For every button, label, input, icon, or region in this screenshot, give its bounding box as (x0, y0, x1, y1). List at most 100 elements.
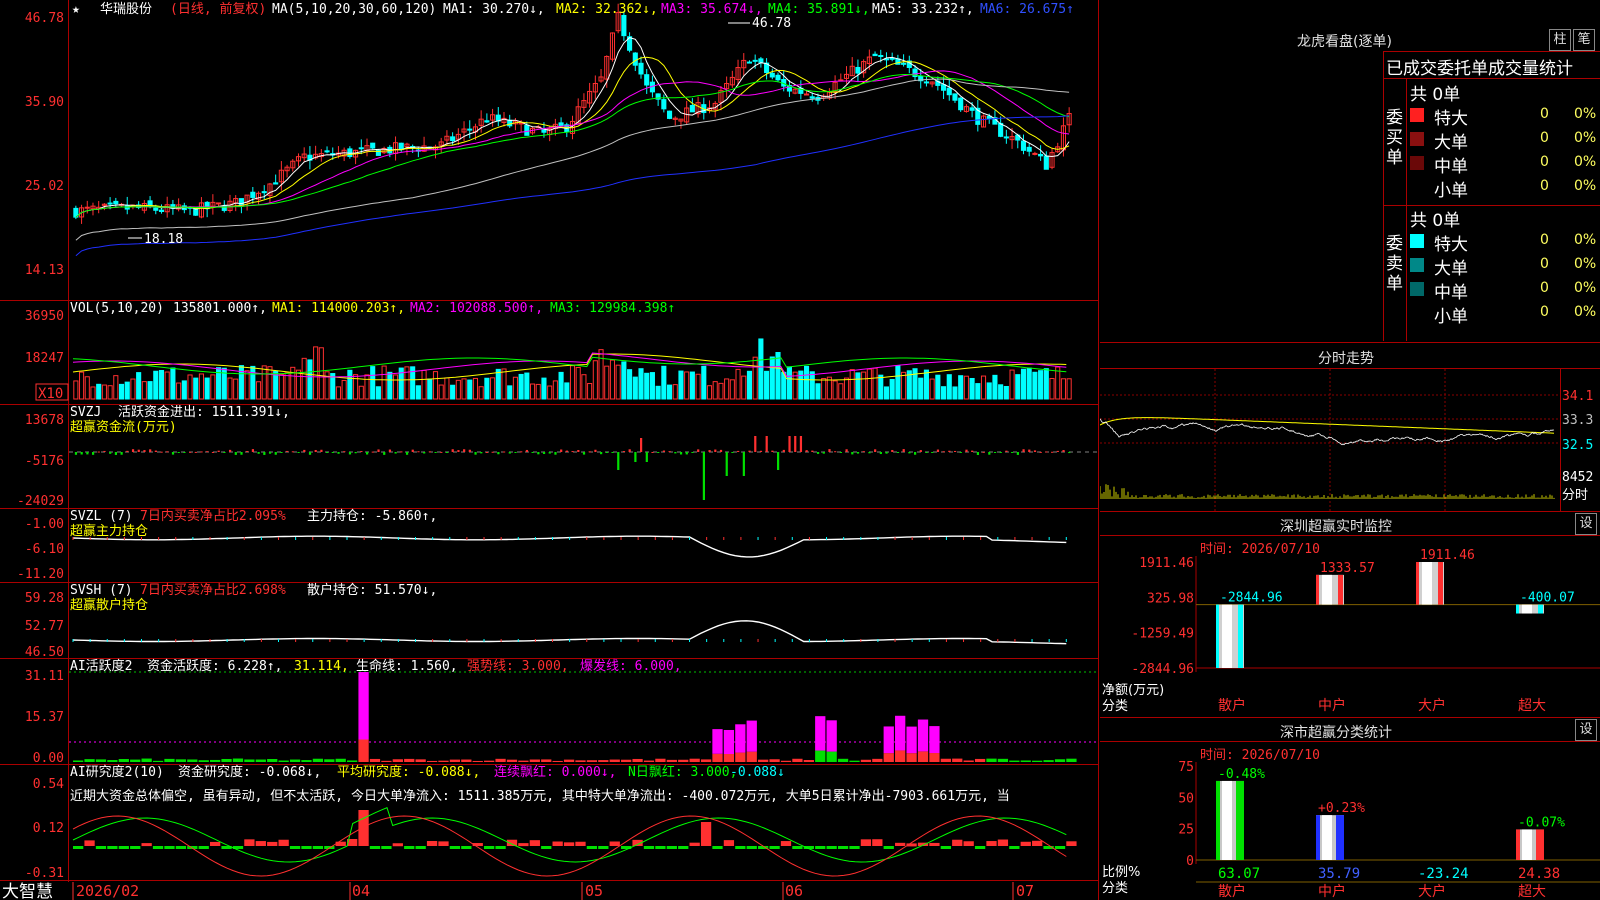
flow-bar (297, 452, 300, 453)
activity-bar (895, 715, 906, 751)
activity-base-bar (552, 760, 563, 762)
flow-bar (862, 451, 865, 453)
favorite-star-icon[interactable]: ★ (72, 2, 80, 17)
activity-base-bar (426, 760, 438, 762)
tick-mode-button[interactable]: 笔 (1573, 29, 1595, 51)
research-bar (952, 839, 963, 846)
volume-bar (672, 384, 678, 400)
candle-body (689, 104, 695, 113)
candle-body (998, 122, 1004, 137)
ai2-tick-2: 0.12 (33, 821, 64, 836)
research-bar (130, 846, 141, 849)
class-bar-edge (1536, 829, 1544, 860)
volume-bar (512, 376, 518, 400)
class-chart[interactable]: 75 50 25 0 -0.48% 63.07散户 +0.23% 35.79中户 -23.24大… (1100, 742, 1600, 900)
flow-bar (805, 450, 808, 452)
activity-base-bar (849, 760, 860, 762)
flow-bar (600, 452, 603, 455)
flow-bar (1056, 450, 1059, 452)
flow-bar (811, 450, 814, 452)
flow-bar (702, 452, 705, 500)
volume-bar (558, 371, 564, 400)
buy-rows: 特大 0 0% 大单 0 0% 中单 0 0% 小单 0 0% (1410, 104, 1600, 201)
research-bar (997, 839, 1009, 846)
volume-bar (438, 384, 444, 400)
candle-body (969, 107, 975, 111)
flow-bar (976, 452, 980, 455)
class-bar-edge (1336, 815, 1344, 860)
monitor-title: 深圳超赢实时监控 (1280, 519, 1392, 535)
monitor-chart[interactable]: 1911.46 325.98 -1259.49 -2844.96 -2844.96 散户 1… (1100, 536, 1600, 716)
volume-bar (176, 382, 182, 400)
flow-bar (183, 452, 186, 453)
class-bar-value: 35.79 (1318, 866, 1360, 882)
flow-bar (149, 449, 152, 452)
divider (1384, 78, 1600, 79)
flow-bar (640, 438, 643, 452)
research-bar (164, 846, 175, 849)
activity-base-bar (906, 753, 917, 762)
flow-bar (771, 450, 774, 452)
research-bar (895, 842, 906, 846)
monitor-bar-edge (1338, 574, 1343, 605)
volume-bar (210, 374, 216, 400)
flow-bar (999, 452, 1002, 453)
volume-bar (889, 378, 895, 400)
class-settings-button[interactable]: 设 (1575, 719, 1597, 741)
flow-bar (291, 451, 294, 453)
candle-body (398, 142, 404, 151)
volume-bar (541, 377, 547, 400)
flow-bar (97, 451, 100, 453)
volume-bar (843, 377, 850, 400)
volume-bar (638, 368, 644, 400)
flow-bar (828, 449, 831, 452)
svg-text:分时: 分时 (1562, 488, 1588, 503)
class-category: 超大 (1518, 884, 1546, 900)
activity-base-bar (244, 759, 255, 762)
candle-body (158, 209, 165, 212)
flow-bar (582, 452, 586, 455)
research-bar (529, 840, 540, 846)
volume-bar (204, 377, 210, 400)
research-bar (586, 846, 598, 849)
flow-bar (697, 449, 700, 452)
research-bar (963, 841, 974, 846)
flow-bar (360, 451, 363, 453)
volume-bar (552, 380, 558, 400)
monitor-settings-button[interactable]: 设 (1575, 513, 1597, 535)
buy-pct: 0% (1574, 130, 1597, 146)
flow-bar (839, 452, 843, 453)
activity-base-bar (621, 759, 632, 762)
activity-base-bar (598, 760, 609, 762)
research-bar (335, 841, 346, 846)
vol-header: VOL(5,10,20) 135801.000↑, MA1: 114000.20… (70, 301, 675, 316)
research-bar (780, 841, 792, 846)
research-bar (872, 839, 883, 846)
main-chart-area[interactable]: 46.78 35.90 25.02 14.13 36950 18247 1367… (0, 0, 1100, 900)
flow-bar (445, 452, 449, 453)
flow-bar (160, 451, 163, 453)
buy-pct: 0% (1574, 178, 1597, 194)
volume-bar (587, 383, 593, 400)
flow-bar (971, 450, 974, 452)
volume-bar (244, 370, 250, 400)
class-bar-shine (1322, 815, 1332, 860)
flow-bar (628, 449, 631, 452)
candle-body (450, 136, 456, 141)
intraday-chart[interactable]: 34.1 33.3 32.5 8452 分时 (1100, 369, 1600, 511)
candle-body (923, 81, 929, 84)
flow-bar (388, 449, 392, 452)
bar-mode-button[interactable]: 柱 (1549, 29, 1571, 51)
activity-base-bar (758, 759, 769, 762)
activity-bar (735, 724, 746, 753)
flow-bar (679, 452, 683, 455)
activity-base-bar (1032, 760, 1043, 762)
svsh-label: SVSH (7) (70, 583, 133, 598)
activity-base-bar (472, 760, 483, 762)
monitor-bar-shine (1222, 604, 1232, 668)
volume-bar (872, 367, 878, 400)
sell-swatch (1410, 258, 1424, 272)
date-axis: 2026/02 04 05 06 07 (76, 882, 1034, 900)
volume-bar (261, 365, 267, 400)
flow-bar (91, 452, 95, 455)
